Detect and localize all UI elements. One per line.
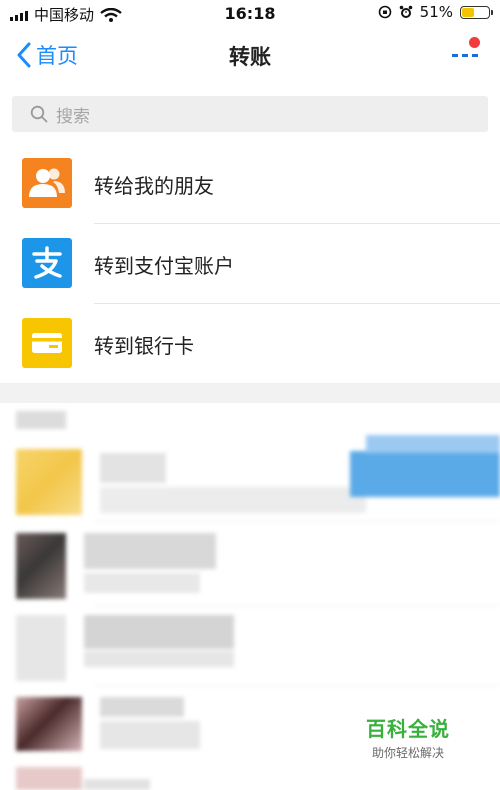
option-label: 转到支付宝账户 bbox=[94, 254, 234, 278]
battery-fill bbox=[462, 7, 475, 17]
watermark-subtitle: 助你轻松解决 bbox=[371, 746, 444, 760]
battery-icon bbox=[460, 5, 493, 19]
rotation-lock-icon bbox=[378, 5, 391, 19]
divider bbox=[94, 521, 500, 522]
contact-name-blur bbox=[84, 779, 150, 790]
status-right: 51% bbox=[378, 3, 493, 21]
option-label: 转到银行卡 bbox=[94, 334, 194, 358]
divider bbox=[94, 605, 500, 606]
watermark-title: 百科全说 bbox=[366, 717, 450, 741]
watermark: 百科全说 助你轻松解决 bbox=[366, 713, 450, 761]
option-label: 转给我的朋友 bbox=[94, 174, 214, 198]
highlight-blur bbox=[350, 451, 500, 497]
avatar bbox=[16, 533, 66, 599]
contact-name-blur bbox=[84, 533, 216, 569]
contact-name-blur bbox=[84, 615, 234, 649]
section-gap bbox=[0, 383, 500, 403]
transfer-to-bank-card-item[interactable]: 转到银行卡 bbox=[0, 304, 500, 384]
section-header-blur bbox=[16, 411, 66, 429]
search-input[interactable]: 搜索 bbox=[12, 96, 488, 132]
highlight-blur-top bbox=[366, 435, 500, 453]
contact-name-blur bbox=[100, 697, 184, 717]
search-icon bbox=[30, 105, 48, 123]
avatar bbox=[16, 767, 82, 790]
bank-card-icon bbox=[22, 318, 72, 368]
contact-name-blur bbox=[100, 453, 166, 483]
alarm-icon bbox=[399, 5, 412, 18]
page-title: 转账 bbox=[229, 45, 271, 69]
notification-badge bbox=[469, 37, 480, 48]
contact-detail-blur bbox=[100, 487, 366, 513]
contact-detail-blur bbox=[84, 651, 234, 667]
nav-bar: 首页 转账 bbox=[0, 28, 500, 84]
search-placeholder: 搜索 bbox=[56, 106, 90, 127]
contact-detail-blur bbox=[100, 721, 200, 749]
alipay-icon bbox=[22, 238, 72, 288]
avatar bbox=[16, 615, 66, 681]
contact-detail-blur bbox=[84, 573, 200, 593]
avatar bbox=[16, 449, 82, 515]
more-menu-button[interactable] bbox=[448, 34, 482, 68]
battery-percent: 51% bbox=[419, 3, 453, 21]
transfer-to-friend-item[interactable]: 转给我的朋友 bbox=[0, 144, 500, 224]
friends-icon bbox=[22, 158, 72, 208]
more-icon bbox=[452, 54, 478, 57]
transfer-to-alipay-item[interactable]: 转到支付宝账户 bbox=[0, 224, 500, 304]
divider bbox=[94, 685, 500, 686]
avatar bbox=[16, 697, 82, 751]
status-bar: 中国移动 16:18 51% bbox=[0, 0, 500, 28]
